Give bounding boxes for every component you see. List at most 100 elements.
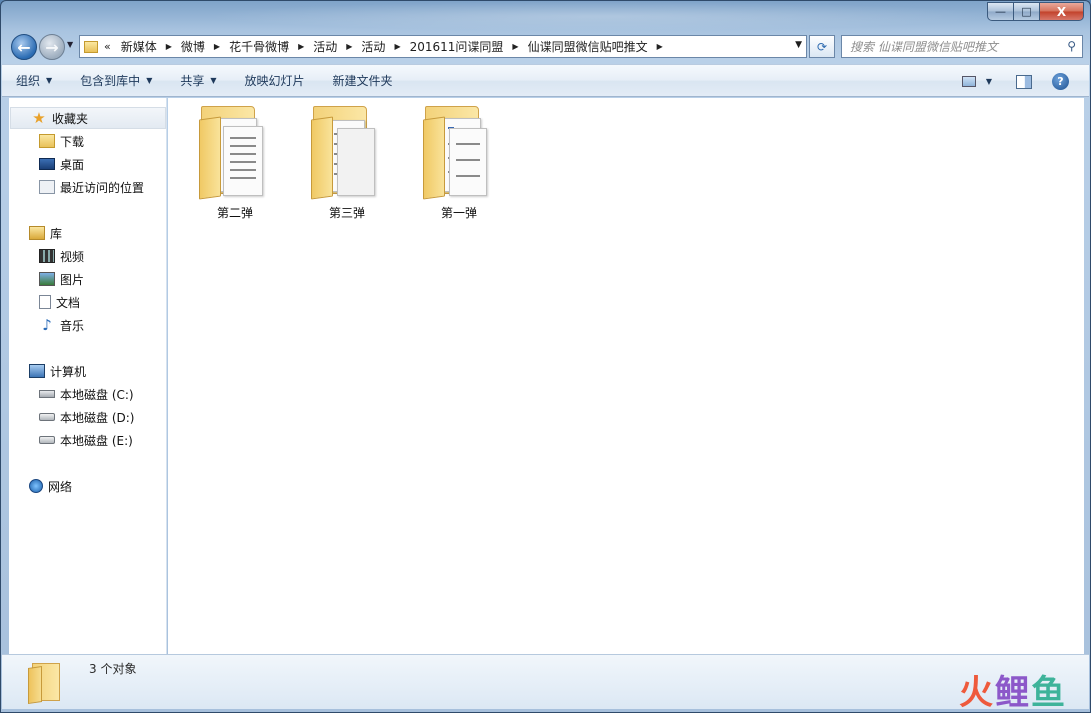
nav-label: 最近访问的位置	[60, 180, 145, 195]
chevron-down-icon: ▼	[210, 76, 217, 85]
recent-places-icon	[39, 180, 55, 194]
breadcrumb-arrow-icon[interactable]: ▶	[346, 42, 352, 51]
share-label: 共享	[180, 74, 205, 88]
watermark-logo: 火鲤鱼	[959, 665, 1067, 713]
nav-music[interactable]: ♪ 音乐	[9, 314, 84, 336]
include-in-library-label: 包含到库中	[80, 74, 141, 88]
hard-drive-icon	[39, 413, 55, 421]
back-button[interactable]: ←	[11, 34, 37, 60]
watermark-char: 鱼	[1031, 673, 1067, 713]
address-dropdown-icon[interactable]: ▼	[795, 40, 802, 50]
nav-drive-d[interactable]: 本地磁盘 (D:)	[9, 406, 134, 428]
nav-favorites[interactable]: ★ 收藏夹	[10, 107, 166, 129]
network-icon	[29, 479, 43, 493]
close-button[interactable]: X	[1040, 2, 1084, 21]
view-options-dropdown[interactable]: ▼	[986, 77, 992, 86]
help-icon[interactable]: ?	[1052, 73, 1069, 90]
nav-label: 网络	[48, 479, 73, 494]
include-in-library-button[interactable]: 包含到库中 ▼	[80, 72, 152, 89]
system-drive-icon	[39, 390, 55, 398]
nav-label: 本地磁盘 (C:)	[60, 387, 134, 402]
item-count: 3 个对象	[89, 662, 137, 676]
breadcrumb-item[interactable]: 201611问谍同盟	[410, 38, 504, 55]
folder-icon	[199, 104, 271, 200]
title-bar	[201, 1, 1001, 31]
forward-button[interactable]: →	[39, 34, 65, 60]
slideshow-button[interactable]: 放映幻灯片	[245, 72, 305, 89]
search-input[interactable]	[850, 39, 1055, 54]
nav-label: 本地磁盘 (E:)	[60, 433, 133, 448]
breadcrumb-item[interactable]: 微博	[181, 38, 205, 55]
folder-item[interactable]: 第一弹	[411, 104, 507, 222]
hard-drive-icon	[39, 436, 55, 444]
breadcrumb-arrow-icon[interactable]: ▶	[166, 42, 172, 51]
desktop-icon	[39, 158, 55, 170]
breadcrumb-item[interactable]: 活动	[361, 38, 385, 55]
nav-label: 下载	[60, 134, 85, 149]
breadcrumb-item[interactable]: 仙谍同盟微信贴吧推文	[528, 38, 648, 55]
file-list: 第二弹 第三弹 第一弹	[168, 98, 1084, 654]
picture-icon	[39, 272, 55, 286]
breadcrumb-arrow-icon[interactable]: ▶	[214, 42, 220, 51]
nav-label: 库	[50, 226, 63, 241]
caption-buttons: — □ X	[987, 2, 1084, 22]
breadcrumb-arrow-icon[interactable]: ▶	[298, 42, 304, 51]
breadcrumb-item[interactable]: 新媒体	[121, 38, 157, 55]
nav-label: 收藏夹	[52, 111, 89, 126]
nav-recent-places[interactable]: 最近访问的位置	[9, 176, 144, 198]
share-button[interactable]: 共享 ▼	[180, 72, 216, 89]
view-controls: ▼ ?	[961, 65, 1089, 98]
libraries-icon	[29, 226, 45, 240]
slideshow-label: 放映幻灯片	[244, 74, 305, 88]
maximize-button[interactable]: □	[1014, 2, 1040, 21]
nav-network[interactable]: 网络	[9, 475, 72, 497]
search-box[interactable]: ⚲	[841, 35, 1083, 58]
nav-label: 计算机	[50, 364, 87, 379]
folder-icon	[28, 661, 66, 704]
breadcrumb-arrow-icon[interactable]: ▶	[657, 42, 663, 51]
video-icon	[39, 249, 55, 263]
folder-icon	[423, 104, 495, 200]
breadcrumb-item[interactable]: 活动	[313, 38, 337, 55]
nav-desktop[interactable]: 桌面	[9, 153, 84, 175]
nav-drive-e[interactable]: 本地磁盘 (E:)	[9, 429, 133, 451]
recent-pages-dropdown[interactable]: ▼	[67, 40, 73, 49]
nav-label: 音乐	[60, 318, 85, 333]
change-view-icon[interactable]	[961, 76, 976, 87]
minimize-button[interactable]: —	[987, 2, 1014, 21]
nav-label: 文档	[56, 295, 81, 310]
arrow-left-icon: ←	[17, 37, 31, 57]
nav-downloads[interactable]: 下载	[9, 130, 84, 152]
breadcrumb: 新媒体 ▶ 微博 ▶ 花千骨微博 ▶ 活动 ▶ 活动 ▶ 201611问谍同盟 ▶ 仙谍同盟…	[121, 38, 672, 55]
nav-label: 视频	[60, 249, 85, 264]
nav-videos[interactable]: 视频	[9, 245, 84, 267]
details-pane: 3 个对象 火鲤鱼	[2, 654, 1089, 713]
folder-name: 第三弹	[328, 206, 365, 220]
overflow-chevron[interactable]: «	[104, 40, 111, 53]
nav-label: 桌面	[60, 157, 85, 172]
nav-libraries[interactable]: 库	[9, 222, 62, 244]
watermark-char: 火	[959, 673, 995, 713]
breadcrumb-item[interactable]: 花千骨微博	[229, 38, 289, 55]
new-folder-button[interactable]: 新建文件夹	[333, 72, 393, 89]
breadcrumb-arrow-icon[interactable]: ▶	[512, 42, 518, 51]
preview-pane-icon[interactable]	[1016, 74, 1032, 89]
nav-computer[interactable]: 计算机	[9, 360, 86, 382]
watermark-char: 鲤	[995, 673, 1031, 713]
nav-label: 图片	[60, 272, 85, 287]
new-folder-label: 新建文件夹	[332, 74, 393, 88]
computer-icon	[29, 364, 45, 378]
organize-button[interactable]: 组织 ▼	[16, 72, 52, 89]
folder-item[interactable]: 第二弹	[187, 104, 283, 222]
folder-name: 第一弹	[440, 206, 477, 220]
refresh-button[interactable]: ⟳	[809, 35, 835, 58]
organize-label: 组织	[16, 74, 41, 88]
nav-drive-c[interactable]: 本地磁盘 (C:)	[9, 383, 134, 405]
downloads-folder-icon	[39, 134, 55, 148]
nav-documents[interactable]: 文档	[9, 291, 80, 313]
address-bar[interactable]: « 新媒体 ▶ 微博 ▶ 花千骨微博 ▶ 活动 ▶ 活动 ▶ 201611问谍同盟 ▶ 仙谍…	[79, 35, 807, 58]
breadcrumb-arrow-icon[interactable]: ▶	[394, 42, 400, 51]
search-icon[interactable]: ⚲	[1067, 39, 1076, 53]
folder-item[interactable]: 第三弹	[299, 104, 395, 222]
nav-pictures[interactable]: 图片	[9, 268, 84, 290]
